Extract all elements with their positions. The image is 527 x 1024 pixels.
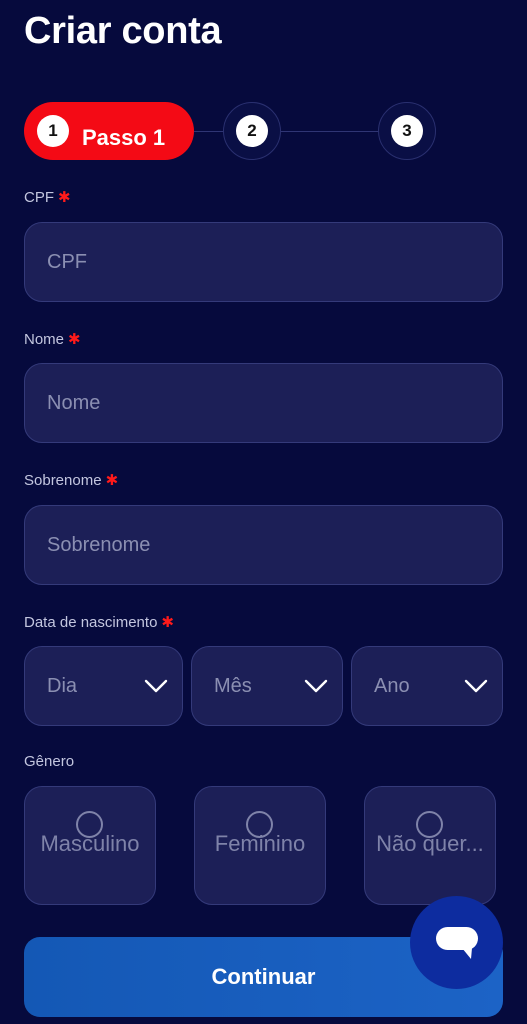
gender-option-nao-quero[interactable]: Não quer... (364, 786, 496, 905)
stepper-connector (194, 131, 224, 132)
gender-option-masculino[interactable]: Masculino (24, 786, 156, 905)
cpf-label: CPF ✱ (24, 188, 71, 206)
required-asterisk: ✱ (161, 614, 174, 631)
chevron-down-icon (144, 679, 168, 693)
chat-button[interactable] (410, 896, 503, 989)
required-asterisk: ✱ (105, 472, 119, 489)
cpf-label-text: CPF (24, 189, 54, 206)
step-2[interactable]: 2 (223, 102, 281, 160)
chevron-down-icon (304, 679, 328, 693)
chat-bubble-icon (435, 926, 478, 959)
page-title: Criar conta (24, 10, 222, 52)
day-select-value: Dia (47, 674, 78, 697)
gender-option-label: Feminino (214, 831, 306, 856)
month-select[interactable]: Mês (191, 646, 343, 726)
sobrenome-label-text: Sobrenome (24, 472, 102, 489)
sobrenome-label: Sobrenome ✱ (24, 471, 118, 489)
stepper: 1 Passo 1 2 3 (24, 102, 436, 160)
gender-option-feminino[interactable]: Feminino (194, 786, 326, 905)
required-asterisk: ✱ (58, 189, 71, 206)
day-select[interactable]: Dia (24, 646, 183, 726)
sobrenome-input[interactable] (24, 505, 503, 585)
step-1-number: 1 (37, 115, 69, 147)
nome-label-text: Nome (24, 331, 65, 348)
step-1-active[interactable]: 1 Passo 1 (24, 102, 194, 160)
stepper-connector (280, 131, 380, 132)
birthdate-label: Data de nascimento ✱ (24, 613, 174, 631)
month-select-value: Mês (214, 674, 252, 697)
birthdate-label-text: Data de nascimento (24, 614, 158, 631)
step-2-number: 2 (236, 115, 268, 147)
chevron-down-icon (464, 679, 488, 693)
gender-label-text: Gênero (24, 753, 75, 770)
gender-option-label: Não quer... (376, 831, 484, 856)
step-1-label: Passo 1 (82, 125, 166, 150)
required-asterisk: ✱ (68, 331, 81, 348)
cpf-input[interactable] (24, 222, 503, 302)
nome-label: Nome ✱ (24, 330, 81, 348)
nome-input[interactable] (24, 363, 503, 443)
step-3[interactable]: 3 (378, 102, 436, 160)
year-select[interactable]: Ano (351, 646, 503, 726)
gender-label: Gênero (24, 753, 74, 770)
year-select-value: Ano (374, 674, 410, 697)
gender-option-label: Masculino (40, 831, 140, 856)
step-3-number: 3 (391, 115, 423, 147)
